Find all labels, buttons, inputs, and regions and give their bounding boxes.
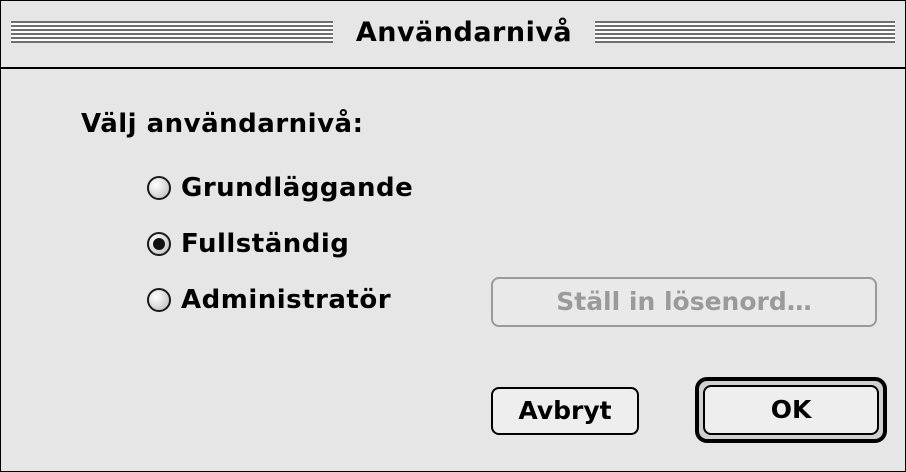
title-bar-stripes-right	[595, 21, 895, 43]
window-title: Användarnivå	[333, 15, 595, 51]
radio-label: Grundläggande	[181, 173, 414, 203]
radio-option-administrator[interactable]: Administratör	[147, 283, 391, 317]
cancel-button[interactable]: Avbryt	[491, 387, 639, 435]
set-password-button[interactable]: Ställ in lösenord…	[491, 277, 877, 327]
radio-label: Administratör	[181, 285, 392, 315]
title-bar[interactable]: Användarnivå	[1, 1, 905, 69]
radio-option-fullstandig[interactable]: Fullständig	[147, 227, 349, 261]
dialog-window: Användarnivå Välj användarnivå: Grundläg…	[0, 0, 906, 472]
title-bar-stripes-left	[11, 21, 333, 43]
prompt-label: Välj användarnivå:	[81, 109, 364, 139]
radio-button-icon[interactable]	[147, 176, 171, 200]
ok-button[interactable]: OK	[703, 385, 879, 435]
radio-option-grundlaggande[interactable]: Grundläggande	[147, 171, 413, 205]
radio-button-selected-icon[interactable]	[147, 232, 171, 256]
radio-label: Fullständig	[181, 229, 350, 259]
radio-button-icon[interactable]	[147, 288, 171, 312]
